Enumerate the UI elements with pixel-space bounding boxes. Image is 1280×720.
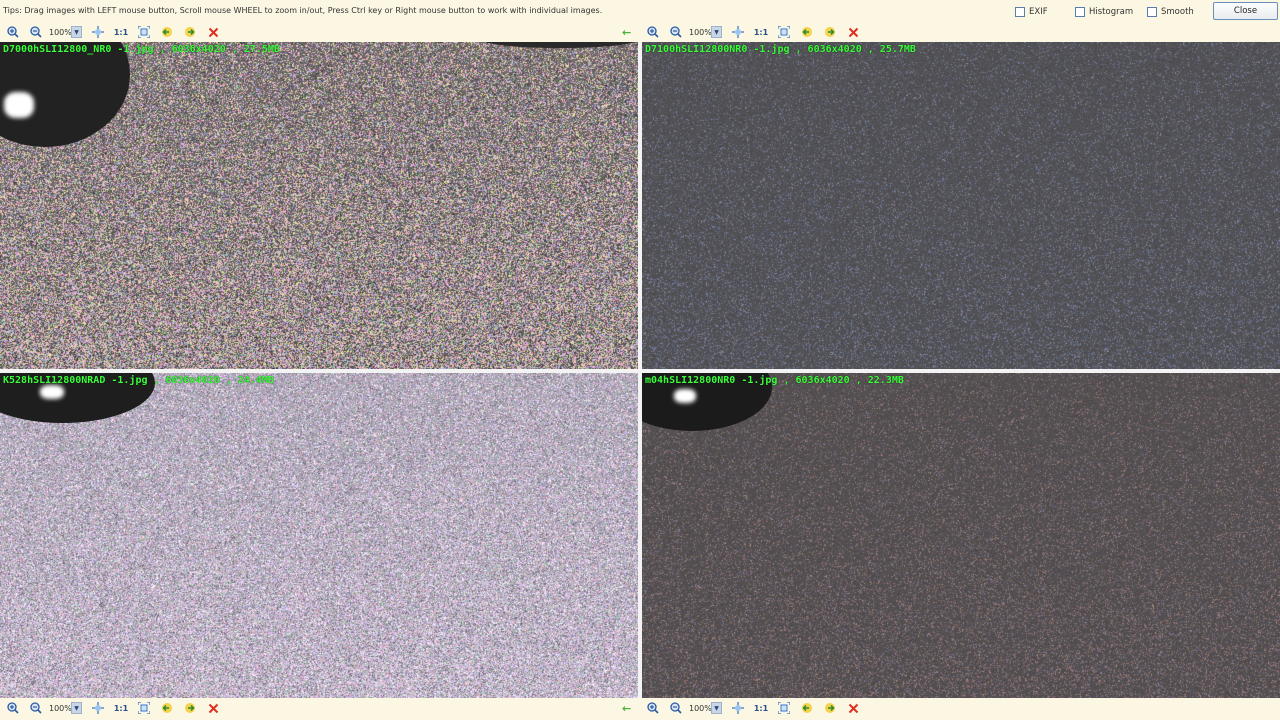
histogram-checkbox-box[interactable]	[1075, 7, 1085, 17]
fullscreen-icon[interactable]	[134, 699, 154, 717]
zoom-in-icon[interactable]	[3, 699, 23, 717]
one-to-one-button[interactable]: 1:1	[751, 23, 771, 41]
one-to-one-label: 1:1	[113, 703, 129, 713]
one-to-one-label: 1:1	[753, 703, 769, 713]
one-to-one-button[interactable]: 1:1	[111, 699, 131, 717]
zoom-value: 100%	[689, 27, 712, 37]
sync-arrow-icon-bottom[interactable]: ←	[622, 702, 631, 715]
chevron-down-icon[interactable]: ▼	[711, 702, 722, 714]
zoom-in-icon[interactable]	[3, 23, 23, 41]
next-image-icon[interactable]	[180, 699, 200, 717]
next-image-icon[interactable]	[820, 23, 840, 41]
noise-image	[0, 373, 638, 698]
highlight	[4, 92, 34, 118]
image-panel-top-left[interactable]: D7000hSLI12800_NR0 -1.jpg , 6036x4020 , …	[0, 42, 638, 369]
one-to-one-button[interactable]: 1:1	[111, 23, 131, 41]
zoom-out-icon[interactable]	[666, 23, 686, 41]
zoom-in-icon[interactable]	[643, 699, 663, 717]
fullscreen-icon[interactable]	[774, 23, 794, 41]
close-x-icon[interactable]	[843, 699, 863, 717]
zoom-select[interactable]: 100% ▼	[689, 25, 722, 39]
zoom-select[interactable]: 100% ▼	[49, 25, 82, 39]
image-filename-label: D7000hSLI12800_NR0 -1.jpg , 6036x4020 , …	[3, 44, 280, 55]
smooth-checkbox-box[interactable]	[1147, 7, 1157, 17]
histogram-checkbox-label: Histogram	[1089, 7, 1134, 17]
exif-checkbox-label: EXIF	[1029, 7, 1048, 17]
zoom-value: 100%	[49, 703, 72, 713]
close-x-icon[interactable]	[203, 699, 223, 717]
histogram-checkbox[interactable]: Histogram	[1075, 6, 1133, 18]
toolbar-top-right: 100% ▼ 1:1	[643, 22, 866, 42]
noise-image	[642, 42, 1280, 369]
zoom-value: 100%	[49, 27, 72, 37]
fullscreen-icon[interactable]	[774, 699, 794, 717]
one-to-one-label: 1:1	[753, 27, 769, 37]
toolbar-bottom-right: 100% ▼ 1:1	[643, 698, 866, 718]
zoom-out-icon[interactable]	[26, 23, 46, 41]
zoom-select[interactable]: 100% ▼	[689, 701, 722, 715]
image-filename-label: K528hSLI12800NRAD -1.jpg , 6036x4020 , 2…	[3, 375, 274, 386]
chevron-down-icon[interactable]: ▼	[71, 702, 82, 714]
zoom-out-icon[interactable]	[666, 699, 686, 717]
image-panel-bottom-right[interactable]: m04hSLI12800NR0 -1.jpg , 6036x4020 , 22.…	[642, 373, 1280, 698]
image-filename-label: m04hSLI12800NR0 -1.jpg , 6036x4020 , 22.…	[645, 375, 904, 386]
tips-bar: Tips: Drag images with LEFT mouse button…	[0, 0, 1280, 22]
image-panel-bottom-left[interactable]: K528hSLI12800NRAD -1.jpg , 6036x4020 , 2…	[0, 373, 638, 698]
previous-image-icon[interactable]	[797, 23, 817, 41]
smooth-checkbox-label: Smooth	[1161, 7, 1194, 17]
exif-checkbox[interactable]: EXIF	[1015, 6, 1048, 18]
horizontal-divider[interactable]	[0, 369, 1280, 373]
fullscreen-icon[interactable]	[134, 23, 154, 41]
next-image-icon[interactable]	[820, 699, 840, 717]
close-x-icon[interactable]	[843, 23, 863, 41]
zoom-out-icon[interactable]	[26, 699, 46, 717]
close-button[interactable]: Close	[1213, 2, 1278, 20]
highlight	[40, 385, 64, 399]
chevron-down-icon[interactable]: ▼	[711, 26, 722, 38]
smooth-checkbox[interactable]: Smooth	[1147, 6, 1194, 18]
previous-image-icon[interactable]	[797, 699, 817, 717]
toolbar-bottom-left: 100% ▼ 1:1	[3, 698, 226, 718]
highlight	[674, 389, 696, 403]
fit-window-icon[interactable]	[88, 23, 108, 41]
tips-text: Tips: Drag images with LEFT mouse button…	[3, 6, 603, 15]
fit-window-icon[interactable]	[728, 23, 748, 41]
image-filename-label: D7100hSLI12800NR0 -1.jpg , 6036x4020 , 2…	[645, 44, 916, 55]
fit-window-icon[interactable]	[728, 699, 748, 717]
fit-window-icon[interactable]	[88, 699, 108, 717]
image-panel-top-right[interactable]: D7100hSLI12800NR0 -1.jpg , 6036x4020 , 2…	[642, 42, 1280, 369]
previous-image-icon[interactable]	[157, 699, 177, 717]
zoom-in-icon[interactable]	[643, 23, 663, 41]
chevron-down-icon[interactable]: ▼	[71, 26, 82, 38]
next-image-icon[interactable]	[180, 23, 200, 41]
zoom-select[interactable]: 100% ▼	[49, 701, 82, 715]
toolbar-top-left: 100% ▼ 1:1	[3, 22, 226, 42]
previous-image-icon[interactable]	[157, 23, 177, 41]
close-x-icon[interactable]	[203, 23, 223, 41]
exif-checkbox-box[interactable]	[1015, 7, 1025, 17]
one-to-one-label: 1:1	[113, 27, 129, 37]
one-to-one-button[interactable]: 1:1	[751, 699, 771, 717]
sync-arrow-icon[interactable]: ←	[622, 26, 631, 39]
zoom-value: 100%	[689, 703, 712, 713]
